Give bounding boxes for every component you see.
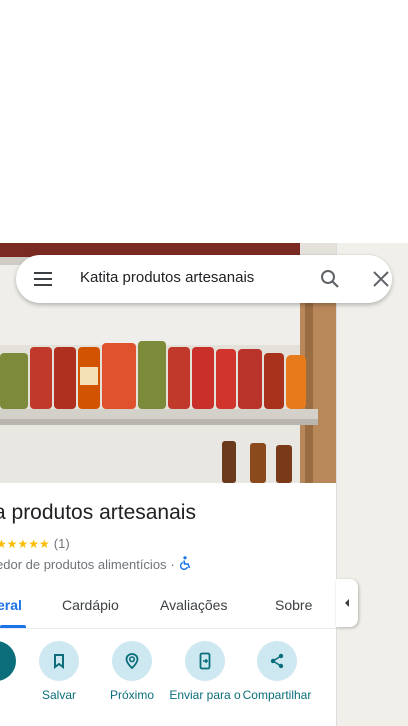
- search-icon[interactable]: [319, 268, 341, 290]
- nearby-icon: [112, 641, 152, 681]
- save-button[interactable]: Salvar: [22, 641, 96, 702]
- share-icon: [257, 641, 297, 681]
- rating-row[interactable]: ★★★★★ (1): [0, 536, 70, 551]
- nearby-button[interactable]: Próximo: [95, 641, 169, 702]
- nearby-label: Próximo: [109, 688, 154, 702]
- tab-overview[interactable]: eral: [0, 597, 22, 613]
- send-to-phone-label: Enviar para o: [169, 688, 241, 702]
- directions-icon: [0, 641, 16, 681]
- close-icon[interactable]: [370, 268, 392, 290]
- menu-icon[interactable]: [32, 268, 54, 290]
- place-category[interactable]: edor de produtos alimentícios: [0, 557, 167, 572]
- share-button[interactable]: Compartilhar: [240, 641, 314, 702]
- tab-reviews[interactable]: Avaliações: [160, 597, 227, 613]
- map-area[interactable]: [335, 243, 408, 726]
- search-input[interactable]: Katita produtos artesanais: [80, 269, 254, 286]
- search-box[interactable]: Katita produtos artesanais: [16, 255, 392, 303]
- place-panel: a produtos artesanais ★★★★★ (1) edor de …: [0, 243, 337, 726]
- collapse-panel-button[interactable]: [336, 579, 358, 627]
- tab-menu[interactable]: Cardápio: [62, 597, 119, 613]
- send-to-phone-button[interactable]: Enviar para o: [168, 641, 242, 702]
- category-row: edor de produtos alimentícios ·: [0, 556, 191, 573]
- separator-dot: ·: [170, 557, 175, 572]
- tab-about[interactable]: Sobre: [275, 597, 312, 613]
- wheelchair-icon: [179, 556, 191, 573]
- active-tab-indicator: [0, 625, 26, 628]
- chevron-left-icon: [345, 599, 349, 607]
- rating-stars: ★★★★★: [0, 536, 50, 551]
- action-buttons: s Salvar Próximo Enviar para o Compartil…: [0, 641, 336, 726]
- save-label: Salvar: [41, 688, 76, 702]
- review-count[interactable]: (1): [54, 536, 70, 551]
- bookmark-icon: [39, 641, 79, 681]
- share-label: Compartilhar: [242, 688, 312, 702]
- place-tabs: eral Cardápio Avaliações Sobre: [0, 586, 336, 629]
- place-title: a produtos artesanais: [0, 501, 196, 524]
- send-to-phone-icon: [185, 641, 225, 681]
